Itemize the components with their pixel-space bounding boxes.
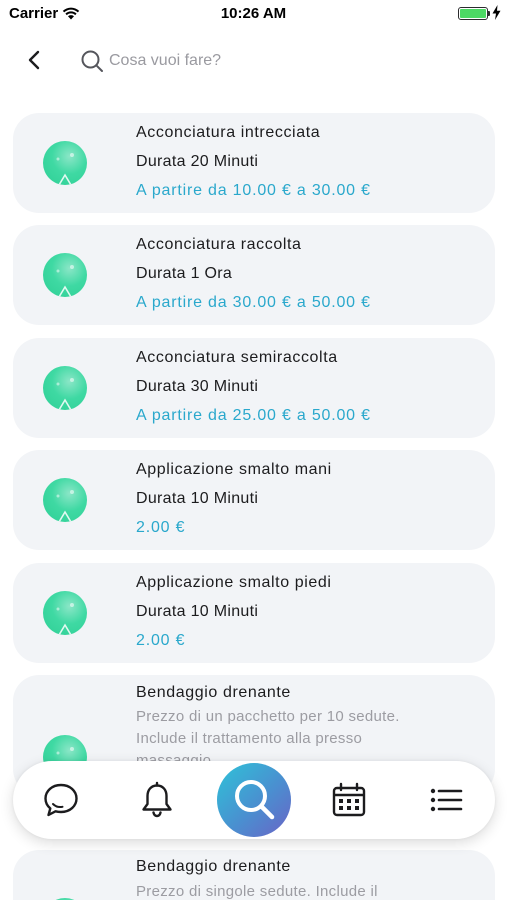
chevron-left-icon[interactable] — [24, 49, 46, 71]
calendar-icon[interactable] — [329, 780, 369, 820]
service-icon — [43, 478, 87, 522]
battery-cap — [488, 11, 490, 16]
service-price: A partire da 30.00 € a 50.00 € — [136, 294, 371, 311]
status-bar: Carrier 10:26 AM — [0, 0, 507, 28]
chat-icon[interactable] — [41, 780, 81, 820]
clock-time: 10:26 AM — [220, 5, 287, 22]
service-card[interactable]: Acconciatura semiraccolta Durata 30 Minu… — [13, 338, 495, 438]
service-title: Bendaggio drenante — [136, 858, 291, 875]
service-card[interactable]: Applicazione smalto piedi Durata 10 Minu… — [13, 563, 495, 663]
service-icon — [43, 253, 87, 297]
service-title: Acconciatura semiraccolta — [136, 349, 338, 366]
service-card[interactable]: Acconciatura raccolta Durata 1 Ora A par… — [13, 225, 495, 325]
service-price: 2.00 € — [136, 632, 186, 649]
service-duration: Durata 30 Minuti — [136, 378, 259, 395]
service-icon — [43, 366, 87, 410]
tab-bar — [13, 761, 495, 839]
service-title: Acconciatura raccolta — [136, 236, 302, 253]
service-duration: Durata 1 Ora — [136, 265, 233, 282]
service-price: A partire da 25.00 € a 50.00 € — [136, 407, 371, 424]
service-duration: Durata 10 Minuti — [136, 603, 259, 620]
search-icon — [235, 780, 275, 820]
service-price: 2.00 € — [136, 519, 186, 536]
service-price: A partire da 10.00 € a 30.00 € — [136, 182, 371, 199]
service-title: Bendaggio drenante — [136, 684, 291, 701]
search-tab-button[interactable] — [217, 763, 291, 837]
service-duration: Durata 10 Minuti — [136, 490, 259, 507]
service-card[interactable]: Applicazione smalto mani Durata 10 Minut… — [13, 450, 495, 550]
service-description: Prezzo di singole sedute. Include il — [136, 883, 378, 900]
service-duration: Durata 20 Minuti — [136, 153, 259, 170]
search-icon — [81, 50, 103, 72]
service-card[interactable]: Bendaggio drenante Prezzo di singole sed… — [13, 850, 495, 900]
service-card[interactable]: Acconciatura intrecciata Durata 20 Minut… — [13, 113, 495, 213]
service-icon — [43, 141, 87, 185]
service-title: Acconciatura intrecciata — [136, 124, 321, 141]
charging-bolt-icon — [492, 5, 501, 20]
service-title: Applicazione smalto piedi — [136, 574, 332, 591]
list-icon[interactable] — [426, 780, 466, 820]
service-icon — [43, 591, 87, 635]
nav-bar — [0, 40, 507, 84]
battery-icon — [458, 7, 488, 20]
service-title: Applicazione smalto mani — [136, 461, 332, 478]
search-input[interactable] — [109, 48, 469, 74]
bell-icon[interactable] — [137, 780, 177, 820]
